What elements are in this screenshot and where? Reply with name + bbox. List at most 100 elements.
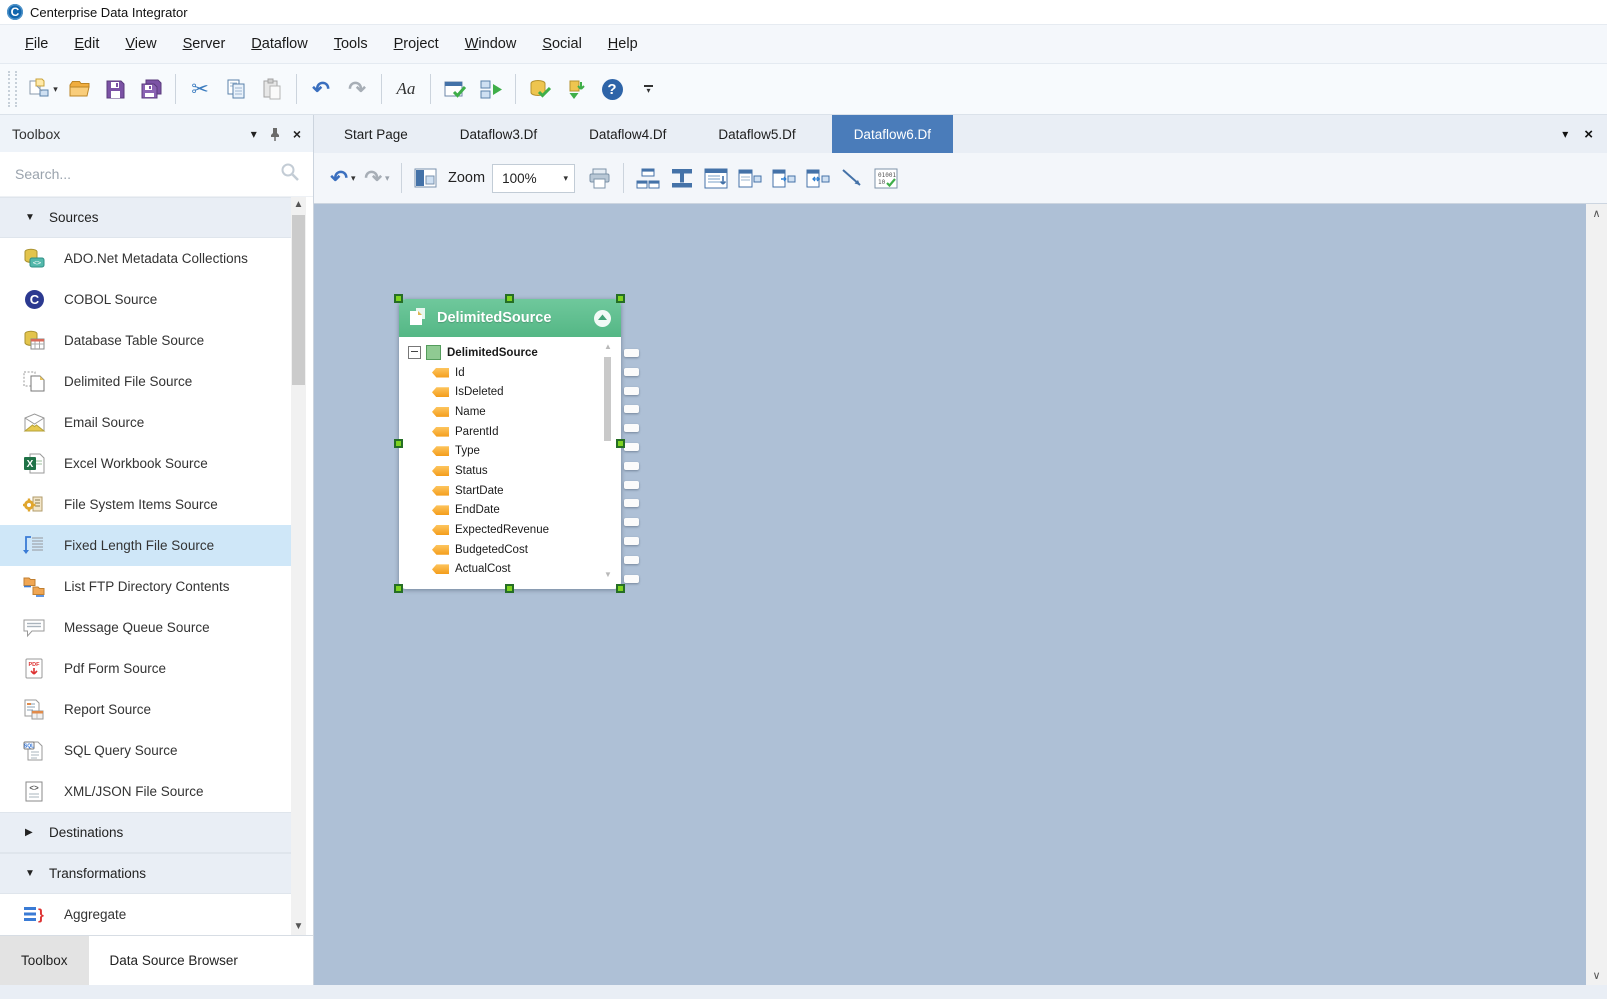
redo-button[interactable]: ↷ <box>340 70 374 108</box>
toolbox-item-delimited-file-source[interactable]: Delimited File Source <box>0 361 291 402</box>
toolbox-item-pdf-form-source[interactable]: PDFPdf Form Source <box>0 648 291 689</box>
menu-project[interactable]: Project <box>381 26 452 62</box>
verify-dataflow-button[interactable] <box>438 70 472 108</box>
paste-button[interactable] <box>255 70 289 108</box>
delimited-source-node[interactable]: DelimitedSource DelimitedSourceIdIsDelet… <box>399 299 621 589</box>
selection-handle[interactable] <box>616 294 625 303</box>
toolbox-item-message-queue-source[interactable]: Message Queue Source <box>0 607 291 648</box>
toolbar-overflow-icon[interactable]: ▾ <box>644 85 653 93</box>
expand-right-button[interactable] <box>768 160 800 196</box>
node-field-row[interactable]: ActualCost <box>408 560 621 580</box>
selection-handle[interactable] <box>505 294 514 303</box>
toolbox-scrollbar[interactable]: ▲ ▼ <box>291 197 306 935</box>
draw-link-button[interactable] <box>836 160 868 196</box>
output-port[interactable] <box>624 481 639 489</box>
scroll-up-icon[interactable]: ▲ <box>603 343 613 351</box>
node-header[interactable]: DelimitedSource <box>399 299 621 337</box>
section-header-transformations[interactable]: ▼Transformations <box>0 853 291 894</box>
output-port[interactable] <box>624 462 639 470</box>
auto-layout-button[interactable] <box>700 160 732 196</box>
output-port[interactable] <box>624 518 639 526</box>
output-port[interactable] <box>624 368 639 376</box>
menu-help[interactable]: Help <box>595 26 651 62</box>
document-tab-dataflow5-df[interactable]: Dataflow5.Df <box>696 115 817 153</box>
node-field-row[interactable]: Id <box>408 363 621 383</box>
pin-icon[interactable] <box>269 127 281 141</box>
scroll-down-icon[interactable]: ▼ <box>291 919 306 935</box>
scroll-down-icon[interactable]: ∨ <box>1586 969 1607 982</box>
toolbox-item-sql-query-source[interactable]: SQLSQL Query Source <box>0 730 291 771</box>
output-port[interactable] <box>624 575 639 583</box>
menu-dataflow[interactable]: Dataflow <box>238 26 320 62</box>
selection-handle[interactable] <box>616 584 625 593</box>
toolbox-item-report-source[interactable]: Report Source <box>0 689 291 730</box>
menu-edit[interactable]: Edit <box>61 26 112 62</box>
scrollbar-thumb[interactable] <box>604 357 611 441</box>
output-port[interactable] <box>624 405 639 413</box>
document-tab-start-page[interactable]: Start Page <box>322 115 430 153</box>
output-port[interactable] <box>624 424 639 432</box>
node-scrollbar[interactable]: ▲ ▼ <box>603 343 613 579</box>
toolbox-item-excel-workbook-source[interactable]: XExcel Workbook Source <box>0 443 291 484</box>
panel-tab-toolbox[interactable]: Toolbox <box>0 936 89 985</box>
close-document-icon[interactable]: × <box>1584 126 1593 143</box>
collapse-tree-icon[interactable] <box>408 346 421 359</box>
output-port[interactable] <box>624 499 639 507</box>
scroll-down-icon[interactable]: ▼ <box>603 571 613 579</box>
node-field-row[interactable]: ExpectedRevenue <box>408 520 621 540</box>
document-tab-dataflow3-df[interactable]: Dataflow3.Df <box>438 115 559 153</box>
toolbox-item-list-ftp-directory-contents[interactable]: List FTP Directory Contents <box>0 566 291 607</box>
expand-node-button[interactable] <box>734 160 766 196</box>
toolbox-item-email-source[interactable]: Email Source <box>0 402 291 443</box>
font-button[interactable]: Aa <box>389 70 423 108</box>
redo-button[interactable]: ↷▾ <box>361 160 393 196</box>
search-input[interactable] <box>13 165 280 183</box>
menu-social[interactable]: Social <box>529 26 595 62</box>
toggle-panel-button[interactable] <box>410 160 442 196</box>
layout-vertical-button[interactable] <box>666 160 698 196</box>
node-field-row[interactable]: Name <box>408 402 621 422</box>
node-field-row[interactable]: EndDate <box>408 501 621 521</box>
chevron-down-icon[interactable]: ▾ <box>564 173 569 184</box>
layout-horizontal-button[interactable] <box>632 160 664 196</box>
cut-button[interactable]: ✂ <box>183 70 217 108</box>
selection-handle[interactable] <box>394 294 403 303</box>
toolbox-item-fixed-length-file-source[interactable]: Fixed Length File Source <box>0 525 291 566</box>
start-dataflow-button[interactable] <box>474 70 508 108</box>
zoom-select[interactable]: 100% ▾ <box>492 164 575 193</box>
toolbox-item-cobol-source[interactable]: CCOBOL Source <box>0 279 291 320</box>
toolbar-grip[interactable] <box>8 71 17 107</box>
chevron-down-icon[interactable]: ▾ <box>53 84 58 95</box>
new-dataflow-button[interactable]: ▾ <box>26 70 60 108</box>
menu-view[interactable]: View <box>112 26 169 62</box>
toolbox-item-xml-json-file-source[interactable]: <>XML/JSON File Source <box>0 771 291 812</box>
document-tab-dataflow6-df[interactable]: Dataflow6.Df <box>832 115 953 153</box>
section-header-sources[interactable]: ▼Sources <box>0 197 291 238</box>
tab-list-dropdown-icon[interactable]: ▾ <box>1562 127 1568 141</box>
node-field-row[interactable]: Type <box>408 441 621 461</box>
node-field-row[interactable]: ParentId <box>408 422 621 442</box>
toolbox-item-database-table-source[interactable]: Database Table Source <box>0 320 291 361</box>
scrollbar-thumb[interactable] <box>292 215 305 385</box>
verify-database-button[interactable] <box>523 70 557 108</box>
output-port[interactable] <box>624 443 639 451</box>
node-field-row[interactable]: StartDate <box>408 481 621 501</box>
undo-button[interactable]: ↶▾ <box>327 160 359 196</box>
output-port[interactable] <box>624 387 639 395</box>
menu-file[interactable]: File <box>12 26 61 62</box>
output-port[interactable] <box>624 556 639 564</box>
expand-all-button[interactable] <box>802 160 834 196</box>
selection-handle[interactable] <box>505 584 514 593</box>
undo-button[interactable]: ↶ <box>304 70 338 108</box>
preview-data-button[interactable]: 0100110 <box>870 160 902 196</box>
close-panel-icon[interactable]: × <box>293 126 301 142</box>
node-field-row[interactable]: IsDeleted <box>408 382 621 402</box>
dataflow-canvas[interactable]: DelimitedSource DelimitedSourceIdIsDelet… <box>314 204 1607 985</box>
deploy-button[interactable] <box>559 70 593 108</box>
print-button[interactable] <box>583 160 615 196</box>
panel-tab-data-source-browser[interactable]: Data Source Browser <box>89 936 259 985</box>
copy-button[interactable] <box>219 70 253 108</box>
toolbox-item-file-system-items-source[interactable]: File System Items Source <box>0 484 291 525</box>
scroll-up-icon[interactable]: ▲ <box>291 197 306 213</box>
output-port[interactable] <box>624 349 639 357</box>
